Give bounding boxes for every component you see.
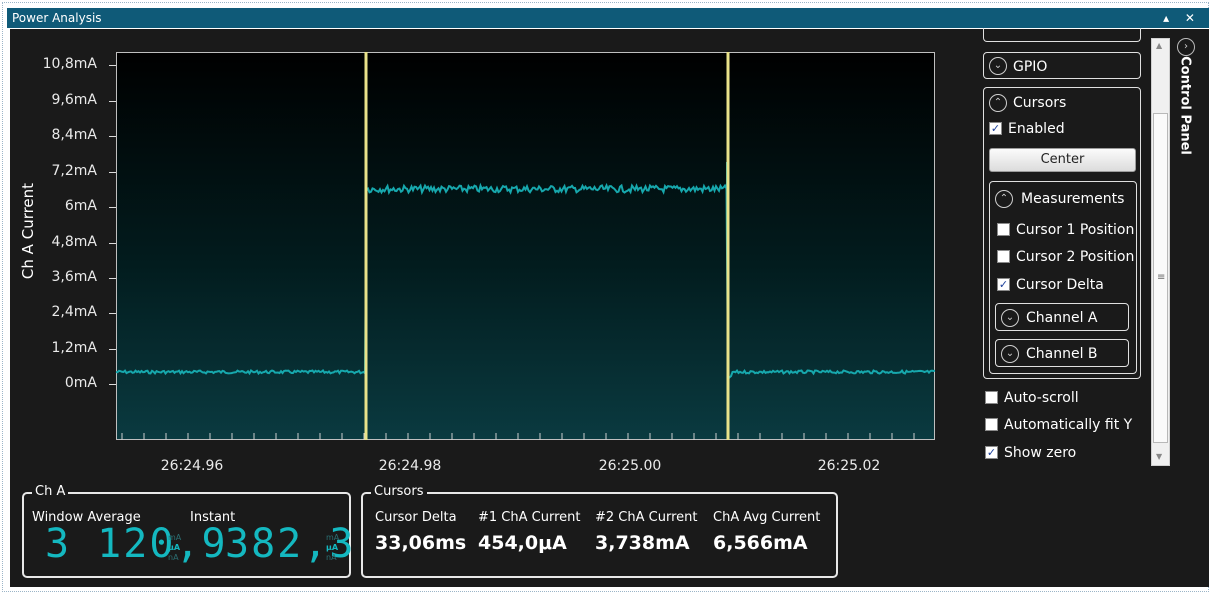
y-tick-mark — [109, 207, 116, 208]
cursor2-position-label: Cursor 2 Position — [1016, 249, 1135, 265]
y-tick-label: 1,2mA — [51, 340, 97, 356]
chevron-down-icon[interactable]: ⌄ — [989, 57, 1007, 75]
cursor1-position-label: Cursor 1 Position — [1016, 222, 1135, 238]
y-tick-label: 7,2mA — [51, 163, 97, 179]
x-tick-label: 26:25.02 — [817, 458, 881, 474]
y-tick-label: 8,4mA — [51, 127, 97, 143]
cursor2-position-checkbox[interactable] — [997, 250, 1010, 263]
y-tick-label: 4,8mA — [51, 234, 97, 250]
cursor1-position-checkbox[interactable] — [997, 223, 1010, 236]
chevron-up-icon[interactable]: ⌃ — [989, 94, 1007, 112]
instant-units: mA μA nA — [326, 533, 340, 562]
cursor1-current-label: #1 ChA Current — [478, 510, 581, 525]
enabled-label: Enabled — [1008, 121, 1065, 137]
y-tick-mark — [109, 172, 116, 173]
window-average-value: 3 120,9 — [45, 521, 228, 567]
x-tick-label: 26:24.98 — [378, 458, 442, 474]
x-tick-label: 26:24.96 — [160, 458, 224, 474]
enabled-checkbox[interactable]: ✓ — [989, 122, 1002, 135]
y-tick-mark — [109, 278, 116, 279]
center-button[interactable]: Center — [989, 148, 1136, 172]
y-tick-label: 10,8mA — [42, 56, 97, 72]
y-tick-label: 2,4mA — [51, 304, 97, 320]
scroll-down-arrow-icon[interactable]: ▼ — [1156, 452, 1162, 461]
cursors-section-label: Cursors — [1013, 95, 1067, 111]
avg-current-value: 6,566mA — [713, 532, 808, 554]
cursor1-current-value: 454,0μA — [478, 532, 567, 554]
avg-current-label: ChA Avg Current — [713, 510, 821, 525]
current-trace-chart[interactable] — [115, 52, 936, 440]
show-zero-label: Show zero — [1004, 445, 1077, 461]
y-tick-mark — [109, 349, 116, 350]
channel-a-label: Channel A — [1026, 310, 1098, 326]
x-tick-label: 26:25.00 — [598, 458, 662, 474]
gpio-label: GPIO — [1013, 59, 1048, 75]
window-title: Power Analysis — [12, 11, 102, 25]
title-bar: Power Analysis ▴ ✕ — [7, 8, 1209, 28]
chevron-up-icon[interactable]: ⌃ — [995, 190, 1013, 208]
measurements-label: Measurements — [1021, 191, 1125, 207]
window-average-units: mA μA nA — [168, 533, 182, 562]
y-tick-mark — [109, 101, 116, 102]
y-tick-label: 0mA — [64, 375, 97, 391]
y-tick-mark — [109, 65, 116, 66]
collapsed-section-above[interactable] — [983, 28, 1141, 42]
cursor2-current-value: 3,738mA — [595, 532, 690, 554]
cursor-delta-checkbox[interactable]: ✓ — [997, 278, 1010, 291]
y-tick-mark — [109, 384, 116, 385]
grip-icon: ≡ — [1157, 272, 1166, 283]
y-tick-mark — [109, 136, 116, 137]
auto-scroll-checkbox[interactable] — [985, 391, 998, 404]
y-tick-mark — [109, 243, 116, 244]
auto-scroll-label: Auto-scroll — [1004, 390, 1079, 406]
y-tick-label: 3,6mA — [51, 269, 97, 285]
ch-a-legend: Ch A — [32, 484, 69, 499]
window-controls[interactable]: ▴ ✕ — [1163, 8, 1201, 28]
y-tick-label: 6mA — [64, 198, 97, 214]
scroll-up-arrow-icon[interactable]: ▲ — [1156, 41, 1162, 50]
control-panel-title: Control Panel — [1177, 56, 1193, 155]
cursors-legend: Cursors — [371, 484, 427, 499]
chevron-down-icon[interactable]: ⌄ — [1001, 309, 1019, 327]
cursor-delta-value: 33,06ms — [375, 532, 467, 554]
chevron-down-icon[interactable]: ⌄ — [1001, 345, 1019, 363]
cursor-delta-measure-label: Cursor Delta — [1016, 277, 1104, 293]
auto-fit-y-label: Automatically fit Y — [1004, 417, 1133, 433]
cursor2-current-label: #2 ChA Current — [595, 510, 698, 525]
y-tick-mark — [109, 313, 116, 314]
y-tick-label: 9,6mA — [51, 92, 97, 108]
channel-b-label: Channel B — [1026, 346, 1098, 362]
auto-fit-y-checkbox[interactable] — [985, 418, 998, 431]
show-zero-checkbox[interactable]: ✓ — [985, 446, 998, 459]
cursor-delta-label: Cursor Delta — [375, 510, 457, 525]
current-trace-line — [115, 182, 936, 382]
